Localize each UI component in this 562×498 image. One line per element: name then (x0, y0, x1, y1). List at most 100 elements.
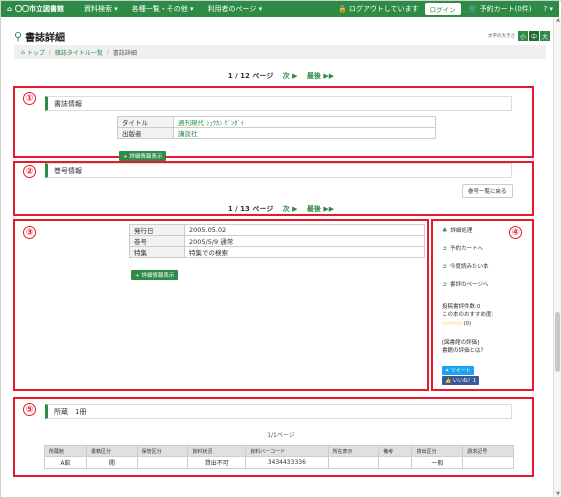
col-storage-class: 保管区分 (136, 445, 189, 457)
table-row: 巻号 2005/5/9 通常 (129, 235, 425, 247)
help-menu[interactable]: ? ▾ (544, 5, 559, 13)
cell-notes (378, 456, 413, 469)
col-call-number: 請求記号 (462, 445, 514, 457)
side-link-label: 詳細処理 (450, 228, 473, 234)
side-link-detail-process[interactable]: ♣ 詳細処理 (442, 226, 473, 235)
col-book-class: 書籍区分 (85, 445, 138, 457)
reserve-cart-link[interactable]: 🛒 予約カート(0件) (469, 4, 544, 14)
pager-last[interactable]: 最後 ▶▶ (307, 72, 334, 80)
title-pager: 1 / 12 ページ 次 ▶ 最後 ▶▶ (0, 71, 562, 81)
scroll-up-icon[interactable]: ▲ (554, 17, 562, 23)
star-count: (0) (463, 321, 472, 327)
col-loan-class: 貸出区分 (411, 445, 464, 457)
biblio-value-publisher[interactable]: 講談社 (173, 127, 436, 139)
cell-status: 貸出不可 (187, 456, 247, 469)
tree-icon: ♣ (442, 226, 448, 234)
side-link-label: 書評のページへ (450, 282, 489, 288)
menu-search[interactable]: 資料検索 ▾ (77, 1, 125, 17)
holdings-page-indicator: 1/1ページ (267, 432, 295, 439)
tweet-button[interactable]: ✦ ツイート (442, 366, 474, 375)
side-link-reserve-cart[interactable]: ➲ 予約カートへ (442, 244, 484, 253)
cell-barcode: 3434433336 (245, 456, 329, 469)
issue-label-date: 発行日 (129, 224, 185, 236)
biblio-detail-button[interactable]: + 詳細情報表示 (119, 151, 167, 161)
menu-lists[interactable]: 各種一覧・その他 ▾ (125, 1, 201, 17)
breadcrumb-current: 書誌詳細 (112, 49, 137, 57)
scroll-thumb[interactable] (555, 312, 560, 372)
page-scrollbar[interactable]: ▲ ▼ (553, 17, 561, 497)
home-icon: ⌂ (7, 5, 13, 13)
col-barcode: 資料バーコード (245, 445, 329, 457)
table-row: A館 閲 貸出不可 3434433336 一般 (44, 456, 514, 469)
breadcrumb-magazine-list[interactable]: 雑誌タイトル一覧 (55, 48, 103, 57)
marker-1: ① (23, 92, 36, 105)
font-size-large[interactable]: 大 (540, 31, 550, 41)
facebook-like-button[interactable]: 👍 いいね！1 (442, 376, 480, 385)
review-count: 投稿書評件数:0 (442, 304, 481, 310)
issue-detail-button[interactable]: + 詳細情報表示 (131, 270, 179, 280)
issue-value-feature: 特集での検索 (184, 246, 425, 258)
font-size-medium[interactable]: 中 (529, 31, 539, 41)
col-location: 所在表示 (327, 445, 380, 457)
pager-last[interactable]: 最後 ▶▶ (307, 205, 334, 213)
marker-3: ③ (23, 226, 36, 239)
recommend-rating: ☆☆☆☆☆ (0) (442, 320, 471, 328)
biblio-label-title: タイトル (117, 116, 174, 128)
login-status: 🔒 ログアウトしています (332, 4, 425, 14)
review-explanation-link[interactable]: 書籍の評価とは？ (442, 347, 486, 355)
holdings-table: 所蔵館 書籍区分 保管区分 資料状況 資料バーコード 所在表示 備考 貸出区分 … (44, 445, 514, 469)
font-size-label: 文字の大きさ (488, 34, 515, 39)
menu-user[interactable]: 利用者のページ ▾ (201, 1, 270, 17)
pager-text: 1 / 12 ページ (227, 72, 274, 80)
font-size-switcher: 文字の大きさ 小 中 大 (488, 31, 550, 41)
magnifier-icon: ⚲ (14, 30, 23, 43)
marker-4: ④ (509, 226, 522, 239)
cart-icon: 🛒 (468, 5, 478, 13)
font-size-small[interactable]: 小 (518, 31, 528, 41)
breadcrumb-separator: / (48, 48, 51, 56)
table-row: タイトル 週刊現代 ｼｭｳｶﾝ ｹﾞﾝﾀﾞｲ (117, 116, 436, 128)
lock-icon: 🔒 (338, 5, 347, 13)
table-row: 出版者 講談社 (117, 127, 436, 139)
issue-label-volume: 巻号 (129, 235, 185, 247)
facebook-like-label: いいね！1 (452, 378, 477, 384)
side-link-label: 予約カートへ (450, 246, 484, 252)
cell-storage-class (136, 456, 189, 469)
biblio-table: タイトル 週刊現代 ｼｭｳｶﾝ ｹﾞﾝﾀﾞｲ 出版者 講談社 (117, 116, 436, 139)
home-icon: ⌂ (21, 48, 25, 56)
side-link-read-later[interactable]: ➲ 今度読みたい本 (442, 262, 489, 271)
marker-5: ⑤ (23, 403, 36, 416)
page-title-text: 書誌詳細 (25, 33, 66, 44)
issue-value-volume: 2005/5/9 通常 (184, 235, 425, 247)
top-navbar: ⌂ 〇〇市立図書館 資料検索 ▾ 各種一覧・その他 ▾ 利用者のページ ▾ 🔒 … (1, 1, 559, 17)
cell-loan-class: 一般 (411, 456, 464, 469)
pager-text: 1 / 13 ページ (227, 205, 274, 213)
thumbs-up-icon: 👍 (445, 378, 452, 384)
brand-label: 〇〇市立図書館 (15, 5, 65, 13)
biblio-value-title[interactable]: 週刊現代 ｼｭｳｶﾝ ｹﾞﾝﾀﾞｲ (173, 116, 436, 128)
login-button[interactable]: ログイン (424, 3, 461, 15)
table-row: 特集 特集での検索 (129, 246, 425, 258)
col-status: 資料状況 (187, 445, 247, 457)
marker-2: ② (23, 165, 36, 178)
scroll-down-icon[interactable]: ▼ (554, 491, 562, 497)
cell-book-class: 閲 (85, 456, 138, 469)
pager-next[interactable]: 次 ▶ (283, 205, 298, 213)
tweet-label: ツイート (450, 368, 471, 374)
side-link-review-page[interactable]: ➲ 書評のページへ (442, 280, 489, 289)
breadcrumb-top[interactable]: トップ (27, 48, 45, 57)
issue-list-back-button[interactable]: 巻号一覧に戻る (462, 184, 513, 198)
side-link-label: 今度読みたい本 (450, 264, 489, 270)
login-status-text: ログアウトしています (348, 5, 419, 13)
breadcrumb: ⌂ トップ / 雑誌タイトル一覧 / 書誌詳細 (14, 45, 546, 59)
cart-label: 予約カート(0件) (479, 5, 532, 13)
page-title: ⚲ 書誌詳細 (14, 29, 65, 44)
pager-next[interactable]: 次 ▶ (283, 72, 298, 80)
library-brand[interactable]: ⌂ 〇〇市立図書館 (1, 4, 77, 14)
library-review-label[interactable]: [図書館の評価] (442, 339, 479, 347)
issue-label-feature: 特集 (129, 246, 185, 258)
recommend-label: この本のおすすめ度: (442, 312, 494, 318)
issue-detail-table: 発行日 2005.05.02 巻号 2005/5/9 通常 特集 特集での検索 (129, 224, 425, 258)
cell-library: A館 (44, 456, 87, 469)
breadcrumb-separator: / (106, 48, 109, 56)
